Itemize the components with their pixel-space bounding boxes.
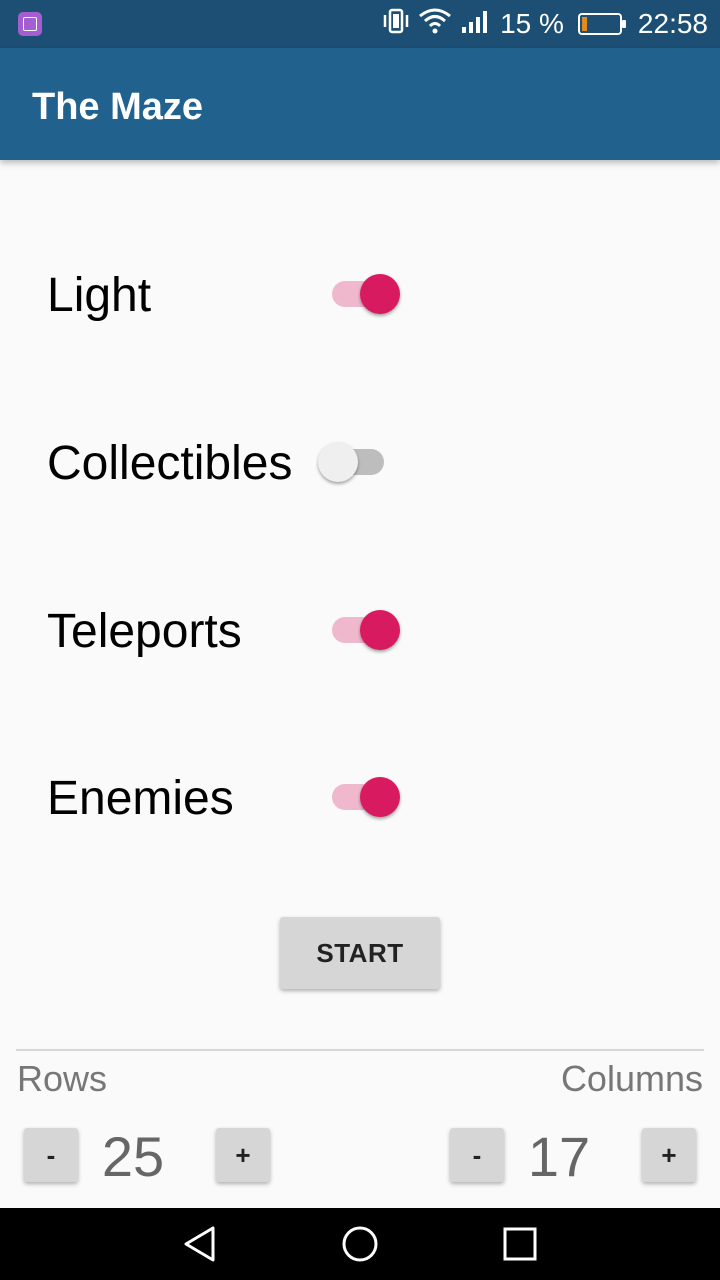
status-indicators: 15 % 22:58	[382, 0, 708, 48]
option-row-enemies: Enemies	[0, 757, 720, 837]
home-icon[interactable]	[338, 1222, 382, 1266]
option-label-collectibles: Collectibles	[47, 437, 293, 490]
switch-thumb	[360, 274, 400, 314]
rows-increment-button[interactable]: +	[216, 1128, 270, 1182]
battery-level	[581, 17, 587, 31]
status-bar: 15 % 22:58	[0, 0, 720, 48]
switch-thumb	[360, 610, 400, 650]
battery-percent: 15 %	[500, 8, 564, 39]
option-label-enemies: Enemies	[47, 772, 234, 825]
signal-icon	[460, 7, 492, 42]
columns-decrement-button[interactable]: -	[450, 1128, 504, 1182]
columns-label: Columns	[560, 1058, 703, 1099]
rows-label: Rows	[17, 1058, 108, 1099]
light-switch[interactable]	[320, 274, 400, 314]
rows-value: 25	[101, 1125, 165, 1188]
rows-decrement-button[interactable]: -	[24, 1128, 78, 1182]
divider	[16, 1049, 704, 1051]
switch-thumb	[360, 777, 400, 817]
app-title: The Maze	[32, 86, 204, 128]
option-row-collectibles: Collectibles	[0, 422, 720, 502]
option-row-teleports: Teleports	[0, 590, 720, 670]
enemies-switch[interactable]	[320, 777, 400, 817]
option-row-light: Light	[0, 254, 720, 334]
battery-icon	[577, 13, 626, 35]
wifi-icon	[418, 7, 452, 42]
vibrate-icon	[382, 7, 410, 42]
collectibles-switch[interactable]	[318, 442, 398, 482]
back-icon[interactable]	[178, 1222, 222, 1266]
start-button[interactable]: START	[280, 917, 440, 989]
option-label-light: Light	[47, 269, 152, 322]
navigation-bar	[0, 1208, 720, 1280]
columns-value: 17	[527, 1125, 591, 1188]
option-label-teleports: Teleports	[47, 605, 242, 658]
app-icon	[18, 12, 42, 36]
app-bar: The Maze	[0, 48, 720, 160]
switch-thumb	[318, 442, 358, 482]
columns-increment-button[interactable]: +	[642, 1128, 696, 1182]
recents-icon[interactable]	[498, 1222, 542, 1266]
teleports-switch[interactable]	[320, 610, 400, 650]
status-time: 22:58	[637, 8, 708, 39]
